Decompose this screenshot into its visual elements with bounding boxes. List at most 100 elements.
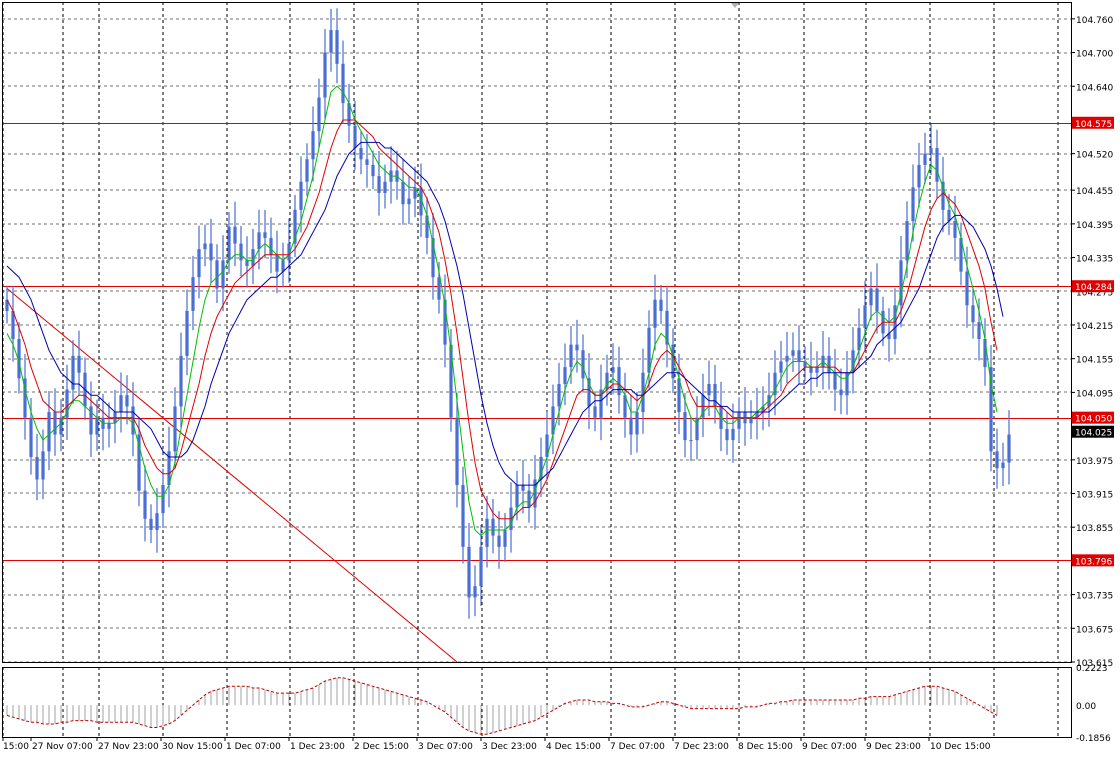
candle-body	[557, 383, 561, 407]
current-price-label: 104.025	[1075, 429, 1112, 439]
candle-body	[683, 412, 687, 441]
chart: 104.760 104.700 104.640 104.520 104.455 104.3…	[0, 0, 1120, 755]
candle-body	[497, 535, 501, 547]
candle-body	[371, 164, 375, 177]
candle-body	[155, 513, 159, 530]
candle-body	[569, 344, 573, 368]
candle-body	[791, 350, 795, 356]
candle-body	[221, 260, 225, 289]
candle-body	[299, 181, 303, 210]
candle-body	[731, 428, 735, 441]
price-tick-label: 104.335	[1076, 255, 1113, 265]
candle-body	[185, 310, 189, 356]
candle-body	[335, 30, 339, 64]
price-tick-label: 103.915	[1076, 490, 1113, 500]
candle-body	[1001, 462, 1005, 469]
candle-body	[797, 350, 801, 362]
candle-body	[977, 322, 981, 340]
time-tick-label: 4 Dec 15:00	[546, 742, 601, 752]
candle-body	[173, 406, 177, 452]
candle-body	[455, 417, 459, 486]
time-tick-label: 30 Nov 15:00	[162, 742, 223, 752]
candle-body	[485, 518, 489, 547]
time-tick-label: 9 Dec 23:00	[866, 742, 921, 752]
time-tick-label: 27 Nov 23:00	[98, 742, 159, 752]
candle-body	[479, 546, 483, 587]
price-tick-label: 104.760	[1076, 16, 1113, 26]
candle-body	[245, 260, 249, 266]
candle-body	[149, 518, 153, 530]
candle-body	[203, 243, 207, 250]
candle-body	[503, 530, 507, 547]
candle-body	[737, 412, 741, 429]
candle-body	[215, 260, 219, 289]
candle-body	[617, 367, 621, 396]
time-tick-label: 9 Dec 07:00	[802, 742, 857, 752]
candle-body	[311, 131, 315, 160]
candle-body	[515, 485, 519, 508]
price-tick-label: 103.735	[1076, 592, 1113, 602]
candle-body	[929, 148, 933, 154]
candle-body	[869, 288, 873, 306]
time-tick-label: 7 Dec 23:00	[674, 742, 729, 752]
candle-body	[713, 383, 717, 407]
price-tick-label: 104.155	[1076, 356, 1113, 366]
candle-body	[839, 389, 843, 396]
candle-body	[197, 249, 201, 278]
candle-body	[407, 198, 411, 205]
candle-body	[53, 412, 57, 435]
candle-body	[725, 428, 729, 441]
candle-body	[935, 148, 939, 182]
candle-body	[119, 395, 123, 413]
candle-body	[95, 417, 99, 435]
candle-body	[161, 485, 165, 514]
oscillator-tick-label: 0.00	[1076, 702, 1096, 712]
time-tick-label: 1 Dec 23:00	[290, 742, 345, 752]
oscillator-tick-label: -0.1856	[1076, 734, 1111, 744]
candle-body	[1007, 434, 1011, 463]
level-price-label: 103.796	[1075, 557, 1112, 567]
time-tick-label: 3 Dec 07:00	[418, 742, 473, 752]
candle-body	[269, 237, 273, 255]
time-tick-label: 2 Dec 15:00	[354, 742, 409, 752]
candle-body	[383, 181, 387, 193]
candle-body	[971, 305, 975, 323]
candle-body	[575, 344, 579, 351]
candle-body	[965, 271, 969, 306]
candle-body	[317, 97, 321, 132]
time-tick-label: 15:00	[3, 742, 29, 752]
candle-body	[209, 243, 213, 261]
candle-body	[659, 299, 663, 311]
candle-body	[47, 412, 51, 452]
candle-body	[77, 355, 81, 373]
candle-body	[365, 159, 369, 165]
price-tick-label: 103.675	[1076, 625, 1113, 635]
candle-body	[107, 423, 111, 429]
candle-body	[779, 361, 783, 373]
candle-body	[629, 417, 633, 435]
candle-body	[41, 451, 45, 480]
price-tick-label: 104.700	[1076, 50, 1113, 60]
candle-body	[917, 164, 921, 188]
level-price-label: 104.575	[1075, 120, 1112, 130]
price-tick-label: 103.855	[1076, 524, 1113, 534]
price-tick-label: 104.520	[1076, 151, 1113, 161]
candle-body	[191, 277, 195, 311]
candle-body	[227, 226, 231, 261]
candle-body	[707, 383, 711, 396]
candle-body	[563, 367, 567, 384]
candle-body	[329, 30, 333, 53]
candle-body	[581, 350, 585, 379]
candle-body	[923, 153, 927, 165]
price-tick-label: 104.455	[1076, 187, 1113, 197]
candle-body	[263, 232, 267, 238]
candle-body	[323, 52, 327, 98]
candle-body	[521, 485, 525, 491]
time-tick-label: 7 Dec 07:00	[610, 742, 665, 752]
candle-body	[275, 254, 279, 272]
candle-body	[257, 232, 261, 250]
candle-body	[473, 586, 477, 598]
candle-body	[827, 355, 831, 373]
candle-body	[611, 367, 615, 373]
candle-body	[995, 451, 999, 469]
